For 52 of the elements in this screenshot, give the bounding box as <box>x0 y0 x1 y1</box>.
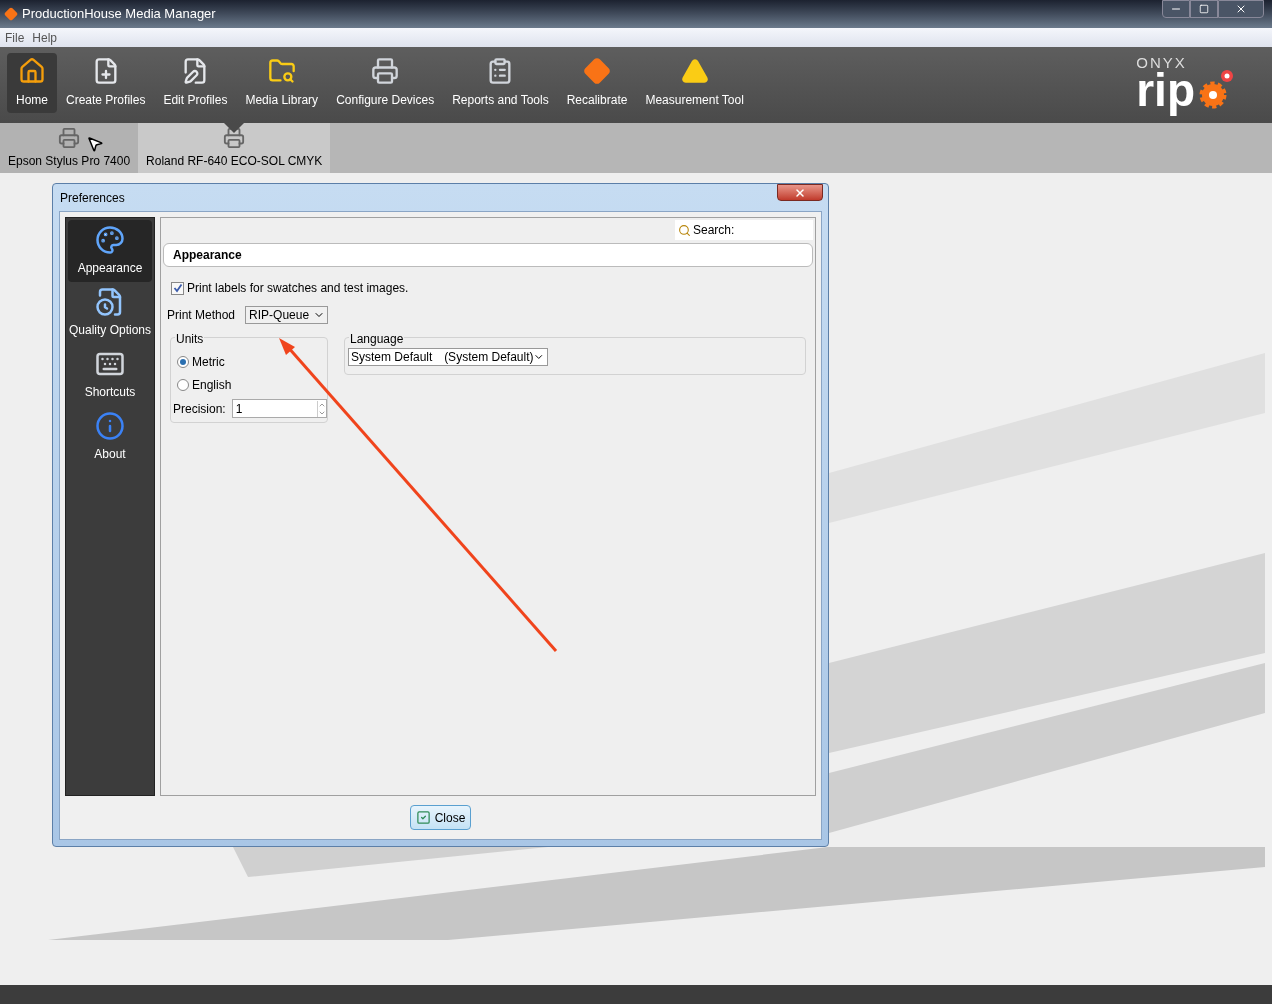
maximize-button[interactable] <box>1190 0 1218 18</box>
printer-icon <box>223 127 246 149</box>
radio-button[interactable] <box>177 355 189 368</box>
check-icon <box>415 810 431 825</box>
radio-label: English <box>192 376 232 394</box>
folder-search-icon <box>267 57 296 85</box>
diamond-icon <box>583 57 612 85</box>
palette-icon <box>95 225 125 255</box>
app-icon <box>4 7 18 21</box>
search-icon <box>678 223 691 237</box>
navigation-item[interactable]: Appearance <box>68 220 152 282</box>
section-header: Appearance <box>163 243 813 267</box>
toolbar-button[interactable]: Create Profiles <box>57 53 155 113</box>
close-icon <box>794 186 806 199</box>
precision-label: Precision: <box>173 400 226 418</box>
checkbox-label: Print labels for swatches and test images. <box>187 280 409 297</box>
maximize-icon <box>1199 4 1209 14</box>
minimize-button[interactable] <box>1162 0 1190 18</box>
triangle-ruler-icon <box>680 57 709 85</box>
search-field[interactable]: Search: <box>675 220 813 240</box>
device-tab[interactable]: Epson Stylus Pro 7400 <box>0 123 139 173</box>
toolbar-button[interactable]: Recalibrate <box>557 53 637 113</box>
toolbar-button[interactable]: Media Library <box>236 53 328 113</box>
print-method-dropdown[interactable]: RIP-Queue <box>245 306 329 324</box>
menu-item[interactable]: File <box>5 28 25 47</box>
cursor-icon <box>86 135 104 153</box>
toolbar-button[interactable]: Configure Devices <box>327 53 444 113</box>
close-button[interactable] <box>777 184 823 201</box>
checkbox[interactable] <box>171 281 184 295</box>
navigation-item[interactable]: About <box>68 406 152 468</box>
radio-label: Metric <box>192 353 225 371</box>
close-icon <box>1235 3 1247 15</box>
logo-brand: ONYX <box>1136 55 1187 70</box>
language-dropdown[interactable]: System Default (System Default) <box>348 348 548 366</box>
toolbar-button[interactable]: Measurement Tool <box>636 53 753 113</box>
radio-button[interactable] <box>177 378 189 391</box>
toolbar-button[interactable]: Edit Profiles <box>154 53 237 113</box>
navigation-item[interactable]: Quality Options <box>68 282 152 344</box>
navigation-item[interactable]: Shortcuts <box>68 344 152 406</box>
menu-item[interactable]: Help <box>32 28 58 47</box>
printer-icon <box>58 127 81 149</box>
window-title: ProductionHouse Media Manager <box>22 5 216 24</box>
precision-spinner[interactable]: 1 <box>231 399 327 418</box>
print-method-label: Print Method <box>167 307 236 324</box>
printer-icon <box>371 57 400 85</box>
info-icon <box>95 411 125 441</box>
dialog-title: Preferences <box>60 189 125 207</box>
toolbar-button[interactable]: Home <box>7 53 57 113</box>
house-icon <box>18 57 46 85</box>
toolbar-button[interactable]: Reports and Tools <box>443 53 558 113</box>
close-dialog-button[interactable]: Close <box>409 805 472 830</box>
device-tab[interactable]: Roland RF-640 ECO-SOL CMYK <box>138 123 331 173</box>
